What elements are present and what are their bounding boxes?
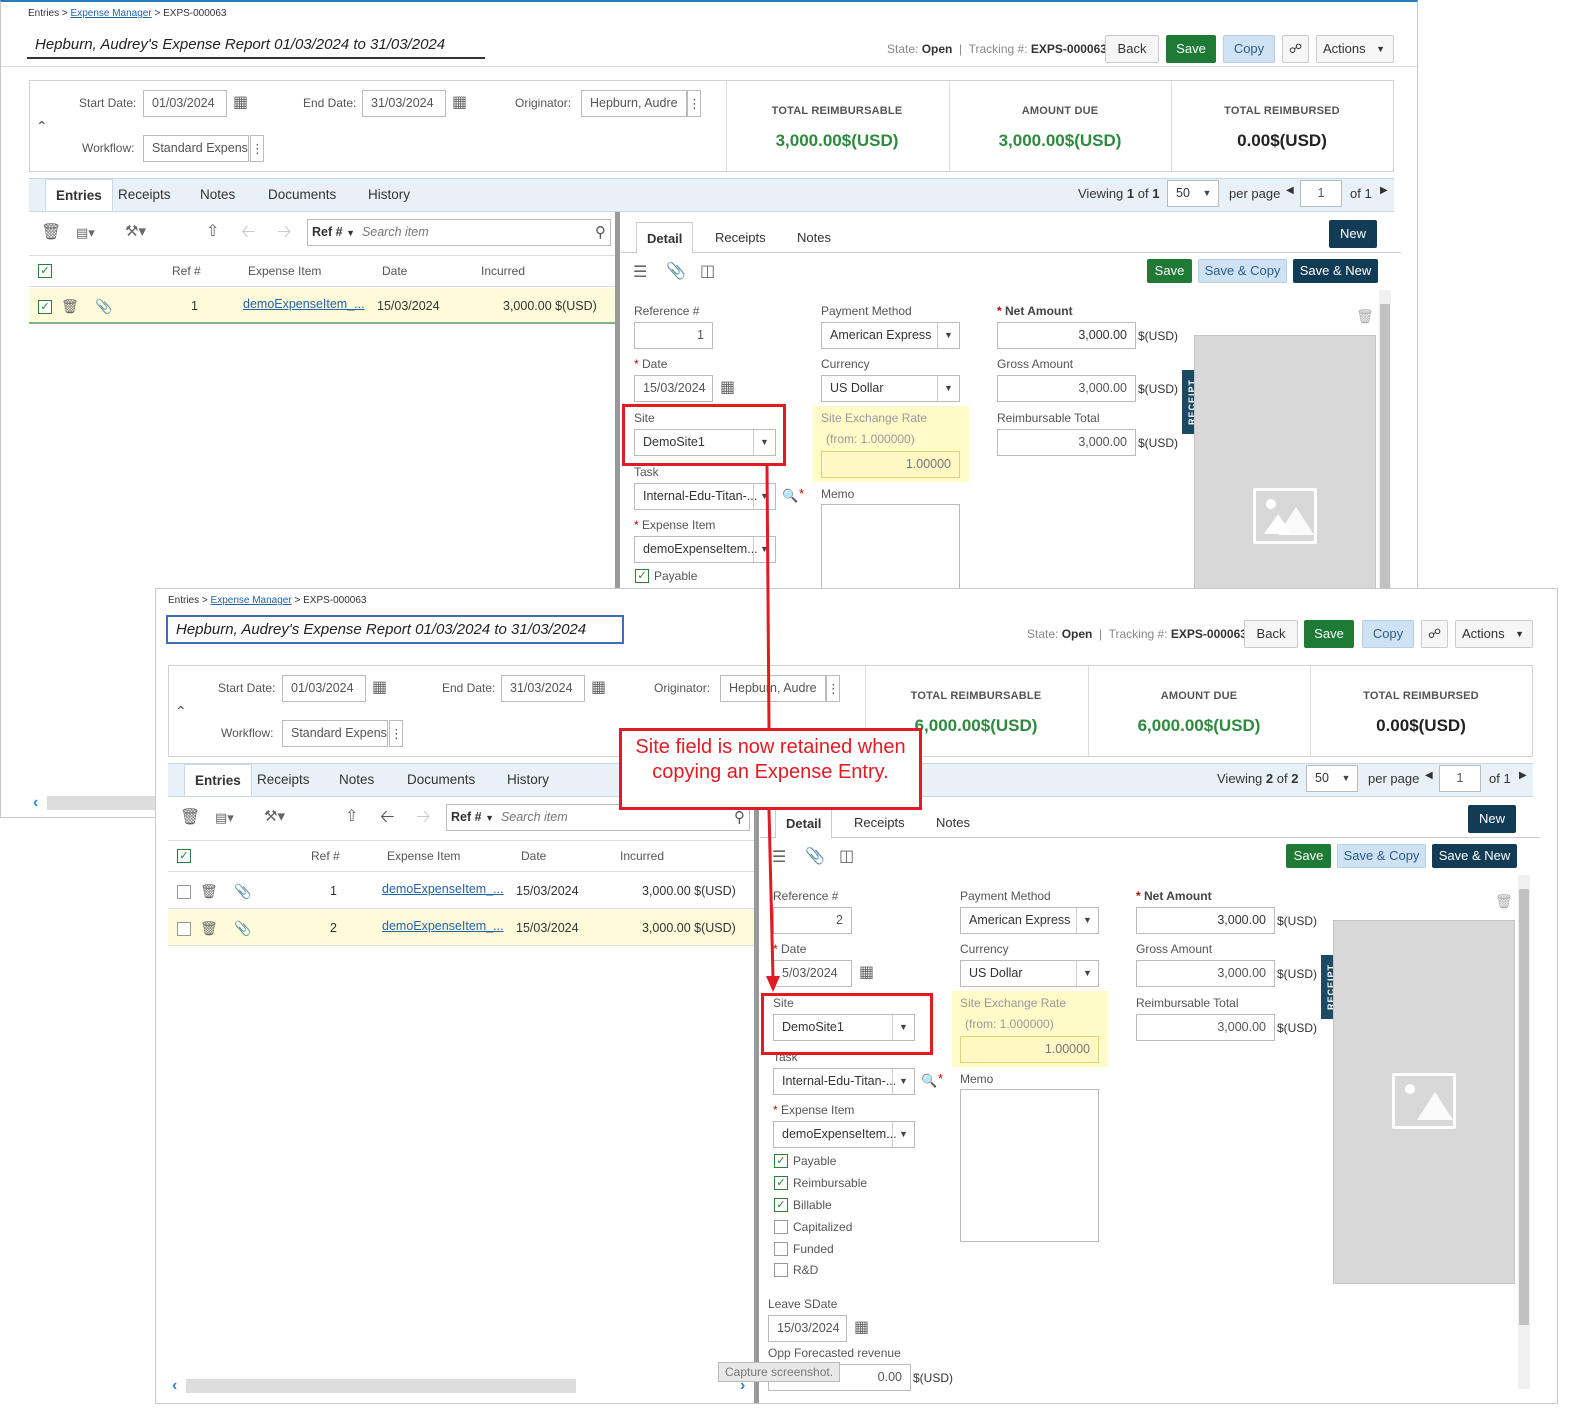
annotation-callout: Site field is now retained when copying …	[619, 728, 922, 810]
callout-arrow	[765, 465, 780, 992]
